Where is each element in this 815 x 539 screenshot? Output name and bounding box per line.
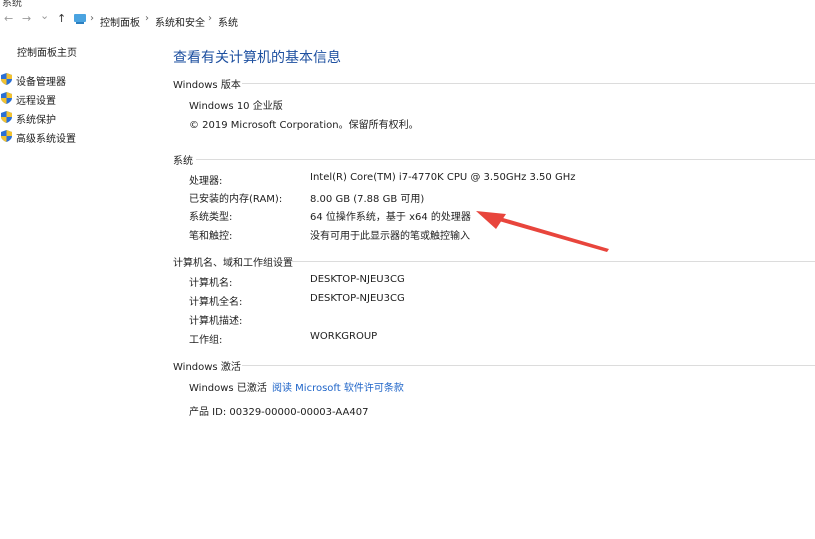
pen-touch-label: 笔和触控: <box>189 231 233 242</box>
section-heading-system: 系统 <box>173 156 193 167</box>
annotation-arrow-shaft <box>492 215 609 252</box>
sidebar-item-system-protection[interactable]: 系统保护 <box>16 111 56 126</box>
shield-icon <box>1 73 12 85</box>
system-type-label: 系统类型: <box>189 212 233 223</box>
license-terms-link[interactable]: 阅读 Microsoft 软件许可条款 <box>272 379 404 394</box>
system-type-value: 64 位操作系统，基于 x64 的处理器 <box>310 212 471 223</box>
sidebar-control-panel-home[interactable]: 控制面板主页 <box>17 44 77 59</box>
product-id: 产品 ID: 00329-00000-00003-AA407 <box>189 407 369 418</box>
section-divider <box>196 159 815 160</box>
sidebar-item-advanced-system-settings[interactable]: 高级系统设置 <box>16 130 76 145</box>
processor-value: Intel(R) Core(TM) i7-4770K CPU @ 3.50GHz… <box>310 172 576 183</box>
section-divider <box>242 365 815 366</box>
sidebar-item-device-manager[interactable]: 设备管理器 <box>16 73 66 88</box>
processor-label: 处理器: <box>189 176 223 187</box>
ram-value: 8.00 GB (7.88 GB 可用) <box>310 194 425 205</box>
sidebar-item-remote-settings[interactable]: 远程设置 <box>16 92 56 107</box>
annotation-arrow <box>476 211 609 252</box>
section-heading-computer-name: 计算机名、域和工作组设置 <box>173 258 293 269</box>
workgroup-label: 工作组: <box>189 335 223 346</box>
forward-button[interactable]: → <box>22 12 31 25</box>
section-divider <box>292 261 815 262</box>
shield-icon <box>1 130 12 142</box>
ram-label: 已安装的内存(RAM): <box>189 194 283 205</box>
section-divider <box>242 83 815 84</box>
computer-name-label: 计算机名: <box>189 278 233 289</box>
computer-name-value: DESKTOP-NJEU3CG <box>310 274 405 285</box>
back-button[interactable]: ← <box>4 12 13 25</box>
annotation-arrow-head <box>476 211 506 229</box>
section-heading-activation: Windows 激活 <box>173 362 241 373</box>
copyright-text: © 2019 Microsoft Corporation。保留所有权利。 <box>189 120 419 131</box>
shield-icon <box>1 111 12 123</box>
pen-touch-value: 没有可用于此显示器的笔或触控输入 <box>310 231 470 242</box>
breadcrumb-system-security[interactable]: 系统和安全 <box>155 14 205 29</box>
shield-icon <box>1 92 12 104</box>
breadcrumb-separator: › <box>145 13 149 24</box>
full-computer-name-label: 计算机全名: <box>189 297 243 308</box>
up-button[interactable]: ↑ <box>57 12 66 25</box>
window-title: 系统 <box>2 0 22 9</box>
activation-status: Windows 已激活 <box>189 383 267 394</box>
breadcrumb-separator: › <box>90 13 94 24</box>
breadcrumb-control-panel[interactable]: 控制面板 <box>100 14 140 29</box>
control-panel-icon <box>74 14 86 24</box>
recent-locations-dropdown[interactable]: ⌄ <box>40 9 49 22</box>
page-title: 查看有关计算机的基本信息 <box>173 50 341 66</box>
computer-description-label: 计算机描述: <box>189 316 243 327</box>
breadcrumb-separator: › <box>208 13 212 24</box>
section-heading-windows-edition: Windows 版本 <box>173 80 241 91</box>
workgroup-value: WORKGROUP <box>310 331 378 342</box>
breadcrumb-system[interactable]: 系统 <box>218 14 238 29</box>
windows-edition-value: Windows 10 企业版 <box>189 101 283 112</box>
full-computer-name-value: DESKTOP-NJEU3CG <box>310 293 405 304</box>
